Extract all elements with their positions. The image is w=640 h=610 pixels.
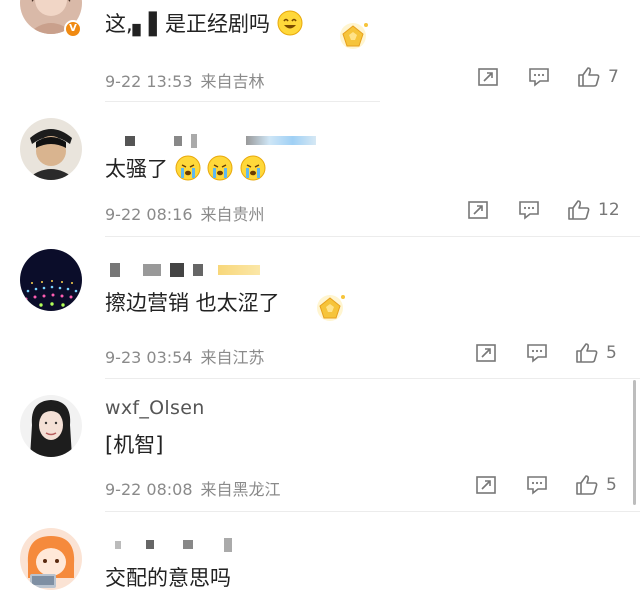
- crying-emoji-icon: [240, 155, 266, 186]
- comment-button[interactable]: [528, 67, 550, 87]
- comment-date: 9-23 03:54: [105, 348, 193, 367]
- gold-medal-icon: [335, 20, 371, 54]
- share-button[interactable]: [467, 200, 489, 220]
- comment-meta: 9-23 03:54 来自江苏: [105, 344, 265, 368]
- share-icon: [468, 201, 488, 219]
- thumbs-up-icon: [578, 67, 600, 87]
- comment-meta: 9-22 08:16 来自贵州: [105, 201, 265, 225]
- crying-emoji-icon: [207, 155, 233, 186]
- comment-meta: 9-22 08:08 来自黑龙江: [105, 476, 281, 500]
- comment-icon: [519, 201, 539, 220]
- comment-text: 擦边营销 也太涩了: [105, 291, 280, 315]
- share-button[interactable]: [477, 67, 499, 87]
- verified-v-badge-icon: V: [64, 20, 82, 38]
- comment-icon: [527, 344, 547, 363]
- comment-item: 擦边营销 也太涩了 9-23 03:54 来自江苏 5: [0, 237, 640, 377]
- thumbs-up-icon: [568, 200, 590, 220]
- comment-item: 交配的意思吗: [0, 512, 640, 610]
- comment-button[interactable]: [526, 343, 548, 363]
- crying-emoji-icon: [175, 155, 201, 186]
- username[interactable]: wxf_Olsen: [105, 397, 205, 419]
- comment-location: 来自吉林: [200, 72, 265, 91]
- comment-button[interactable]: [518, 200, 540, 220]
- username-blurred: [105, 259, 264, 277]
- comment-item: V 这,▖▌是正经剧吗 9-22 13:53 来自吉林 7: [0, 0, 640, 105]
- like-button[interactable]: 5: [575, 474, 617, 496]
- like-button[interactable]: 5: [575, 342, 617, 364]
- avatar[interactable]: [20, 528, 82, 590]
- like-count: 12: [598, 200, 620, 220]
- username-blurred: [105, 130, 320, 148]
- comment-text: 太骚了: [105, 153, 266, 186]
- comment-date: 9-22 13:53: [105, 72, 193, 91]
- share-icon: [476, 476, 496, 494]
- avatar[interactable]: [20, 395, 82, 457]
- comment-icon: [527, 476, 547, 495]
- comment-location: 来自黑龙江: [200, 480, 281, 499]
- comment-date: 9-22 08:08: [105, 480, 193, 499]
- share-button[interactable]: [475, 475, 497, 495]
- divider: [105, 101, 380, 102]
- like-count: 7: [608, 67, 619, 87]
- grin-emoji-icon: [277, 10, 303, 41]
- username-blurred: [105, 534, 236, 552]
- comment-location: 来自贵州: [200, 205, 265, 224]
- share-icon: [476, 344, 496, 362]
- comment-button[interactable]: [526, 475, 548, 495]
- comment-text: 这,▖▌是正经剧吗: [105, 8, 303, 41]
- comment-icon: [529, 68, 549, 87]
- thumbs-up-icon: [576, 343, 598, 363]
- like-count: 5: [606, 343, 617, 363]
- thumbs-up-icon: [576, 475, 598, 495]
- comment-location: 来自江苏: [200, 348, 265, 367]
- share-button[interactable]: [475, 343, 497, 363]
- like-count: 5: [606, 475, 617, 495]
- comment-text: [机智]: [105, 433, 164, 457]
- comment-item: wxf_Olsen [机智] 9-22 08:08 来自黑龙江 5: [0, 379, 640, 511]
- avatar[interactable]: [20, 118, 82, 180]
- comment-item: 太骚了 9-22 08:16 来自贵州 12: [0, 105, 640, 235]
- like-button[interactable]: 7: [577, 66, 619, 88]
- scrollbar[interactable]: [633, 380, 636, 505]
- comment-text: 交配的意思吗: [105, 566, 231, 590]
- comment-date: 9-22 08:16: [105, 205, 193, 224]
- share-icon: [478, 68, 498, 86]
- like-button[interactable]: 12: [567, 199, 620, 221]
- comment-meta: 9-22 13:53 来自吉林: [105, 68, 265, 92]
- gold-medal-icon: [312, 292, 348, 326]
- avatar[interactable]: [20, 249, 82, 311]
